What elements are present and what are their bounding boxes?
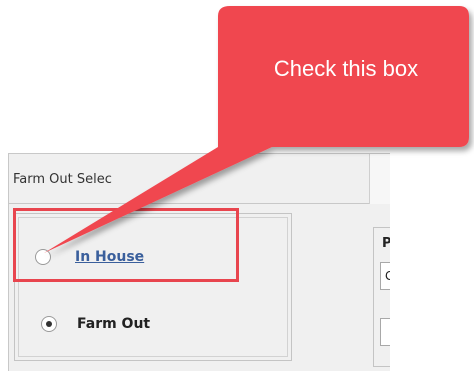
callout-text: Check this box xyxy=(273,56,419,81)
callout-shape xyxy=(44,6,469,253)
